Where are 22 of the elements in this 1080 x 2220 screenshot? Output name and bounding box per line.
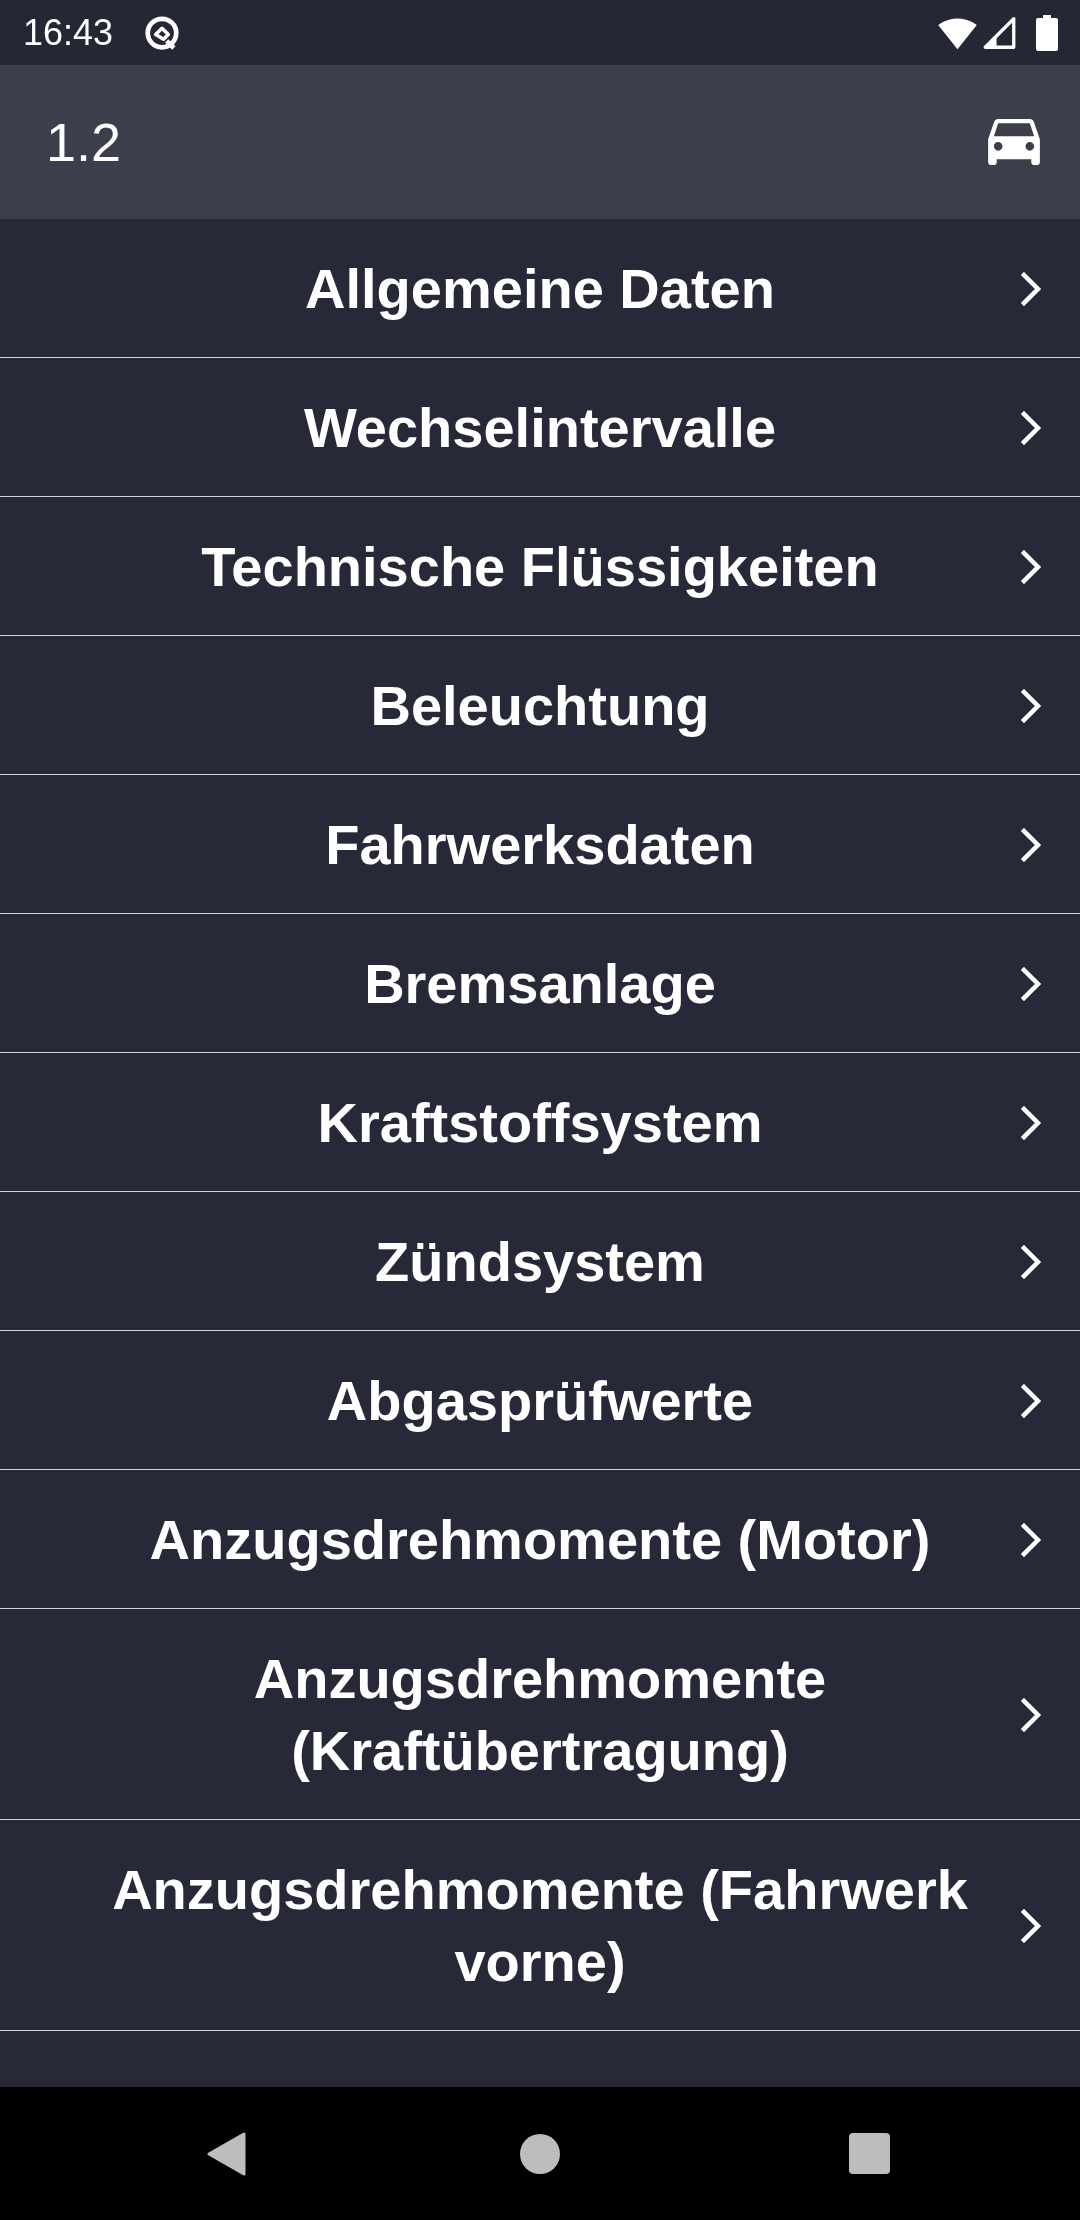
chevron-right-icon	[1021, 689, 1042, 723]
battery-icon	[1036, 14, 1058, 51]
chevron-right-icon	[1021, 828, 1042, 862]
chevron-right-icon	[1021, 1245, 1042, 1279]
home-icon[interactable]	[520, 2133, 560, 2174]
chevron-right-icon	[1021, 1909, 1042, 1943]
car-icon[interactable]	[988, 119, 1040, 165]
wifi-icon	[937, 15, 978, 50]
chevron-right-icon	[1021, 550, 1042, 584]
page-title: 1.2	[46, 115, 122, 169]
square-icon[interactable]	[848, 2133, 890, 2174]
chevron-right-icon	[1021, 411, 1042, 445]
chevron-right-icon	[1021, 1106, 1042, 1140]
signal-icon	[983, 15, 1016, 50]
status-time: 16:43	[23, 14, 114, 51]
chevron-right-icon	[1021, 272, 1042, 306]
ring-icon	[143, 13, 182, 52]
chevron-right-icon	[1021, 967, 1042, 1001]
back-icon[interactable]	[206, 2131, 246, 2176]
chevron-right-icon	[1021, 1384, 1042, 1418]
chevron-right-icon	[1021, 1698, 1042, 1732]
chevron-right-icon	[1021, 1523, 1042, 1557]
